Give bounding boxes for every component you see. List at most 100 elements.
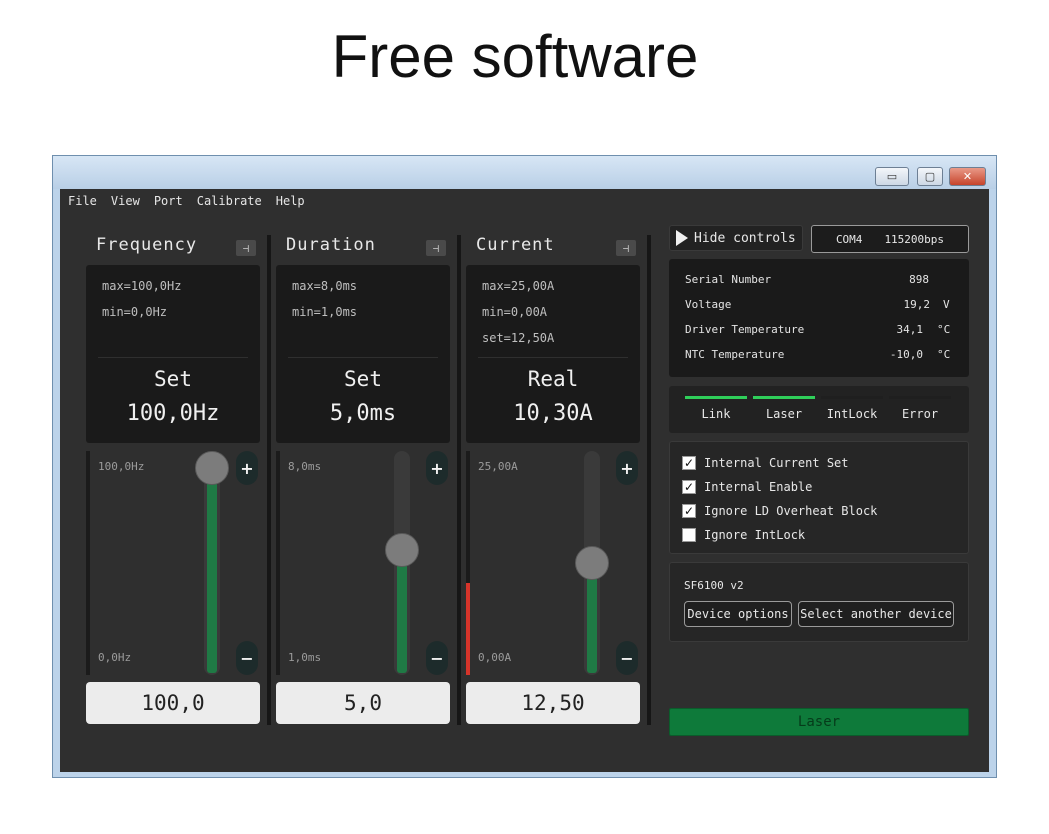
device-panel: SF6100 v2 Device options Select another …	[669, 562, 969, 642]
duration-column: Duration ⊣ max=8,0ms min=1,0ms Set 5,0ms…	[276, 235, 452, 724]
port-baud: 115200bps	[884, 232, 945, 246]
frequency-slider[interactable]	[195, 451, 229, 675]
info-max: max=8,0ms	[292, 279, 358, 293]
status-label: Serial Number	[685, 273, 772, 286]
duration-slider[interactable]	[385, 451, 419, 675]
current-title: Current	[476, 235, 555, 255]
duration-value-input[interactable]	[276, 682, 450, 724]
info-value: 10,30A	[513, 401, 593, 426]
decrease-button[interactable]: −	[426, 641, 448, 675]
decrease-button[interactable]: −	[616, 641, 638, 675]
title-bar: ▭ ▢ ✕	[53, 156, 996, 189]
pin-icon[interactable]: ⊣	[616, 240, 636, 256]
info-min: min=0,00A	[482, 305, 548, 319]
real-current-bar	[466, 583, 470, 675]
slider-thumb[interactable]	[385, 532, 419, 567]
slider-side-bar	[86, 451, 90, 675]
option-label: Ignore IntLock	[704, 528, 806, 542]
status-unit: °C	[937, 323, 951, 336]
indicator-light	[685, 396, 747, 399]
menu-calibrate[interactable]: Calibrate	[197, 192, 262, 210]
menu-port[interactable]: Port	[154, 192, 183, 210]
checkbox[interactable]: ✓	[682, 480, 696, 494]
option-label: Internal Current Set	[704, 456, 849, 470]
current-column: Current ⊣ max=25,00A min=0,00A set=12,50…	[466, 235, 642, 724]
increase-button[interactable]: +	[616, 451, 638, 485]
slider-min-label: 0,0Hz	[98, 651, 132, 664]
frequency-column: Frequency ⊣ max=100,0Hz min=0,0Hz Set 10…	[86, 235, 262, 724]
info-max: max=100,0Hz	[102, 279, 182, 293]
frequency-value-input[interactable]	[86, 682, 260, 724]
column-separator	[457, 235, 461, 725]
laser-button[interactable]: Laser	[669, 708, 969, 736]
slider-fill	[397, 549, 407, 673]
slider-max-label: 25,00A	[478, 460, 518, 473]
info-label: Set	[154, 367, 192, 391]
decrease-button[interactable]: −	[236, 641, 258, 675]
info-max: max=25,00A	[482, 279, 555, 293]
menu-help[interactable]: Help	[276, 192, 305, 210]
slider-min-label: 1,0ms	[288, 651, 322, 664]
status-unit: °C	[937, 348, 951, 361]
divider	[98, 357, 248, 358]
frequency-slider-area: 100,0Hz 0,0Hz + −	[86, 451, 262, 677]
divider	[288, 357, 438, 358]
indicator-laser: Laser	[753, 396, 815, 424]
increase-button[interactable]: +	[236, 451, 258, 485]
checkbox[interactable]	[682, 528, 696, 542]
slider-thumb[interactable]	[575, 546, 609, 580]
frequency-info-panel: max=100,0Hz min=0,0Hz Set 100,0Hz	[86, 265, 260, 443]
status-value: 34,1	[896, 323, 924, 336]
indicator-panel: Link Laser IntLock Error	[669, 386, 969, 433]
option-ignore-intlock[interactable]: Ignore IntLock	[682, 528, 805, 542]
minimize-button[interactable]: ▭	[875, 167, 909, 186]
indicator-label: Laser	[765, 407, 803, 421]
hide-controls-button[interactable]: Hide controls	[669, 225, 803, 251]
indicator-label: Error	[901, 407, 939, 421]
indicator-label: IntLock	[826, 407, 878, 421]
status-label: Driver Temperature	[685, 323, 805, 336]
current-slider-area: 25,00A 0,00A + −	[466, 451, 642, 677]
menu-view[interactable]: View	[111, 192, 140, 210]
status-label: NTC Temperature	[685, 348, 785, 361]
checkbox[interactable]: ✓	[682, 504, 696, 518]
status-value: 19,2	[903, 298, 931, 311]
current-info-panel: max=25,00A min=0,00A set=12,50A Real 10,…	[466, 265, 640, 443]
options-panel: ✓ Internal Current Set ✓ Internal Enable…	[669, 441, 969, 554]
current-value-input[interactable]	[466, 682, 640, 724]
info-value: 100,0Hz	[126, 401, 220, 426]
current-slider[interactable]	[575, 451, 609, 675]
column-separator	[647, 235, 651, 725]
status-value: -10,0	[889, 348, 923, 361]
status-unit: V	[943, 298, 950, 311]
slider-max-label: 8,0ms	[288, 460, 322, 473]
option-ignore-ld-overheat[interactable]: ✓ Ignore LD Overheat Block	[682, 504, 877, 518]
device-name: SF6100 v2	[684, 579, 744, 592]
checkbox[interactable]: ✓	[682, 456, 696, 470]
slide-title: Free software	[331, 23, 699, 90]
info-label: Set	[344, 367, 382, 391]
increase-button[interactable]: +	[426, 451, 448, 485]
hide-controls-label: Hide controls	[694, 230, 796, 246]
menu-bar: File View Port Calibrate Help	[68, 192, 305, 210]
divider	[478, 357, 628, 358]
app-window: ▭ ▢ ✕ File View Port Calibrate Help Freq…	[52, 155, 997, 778]
status-panel: Serial Number 898 Voltage 19,2 V Driver …	[669, 259, 969, 377]
maximize-button[interactable]: ▢	[917, 167, 943, 186]
indicator-light	[821, 396, 883, 399]
pin-icon[interactable]: ⊣	[236, 240, 256, 256]
indicator-intlock: IntLock	[821, 396, 883, 424]
info-min: min=0,0Hz	[102, 305, 168, 319]
slider-thumb[interactable]	[195, 451, 229, 485]
port-selector[interactable]: COM4 115200bps	[811, 225, 969, 253]
info-value: 5,0ms	[329, 401, 397, 426]
duration-title: Duration	[286, 235, 376, 255]
slider-fill	[207, 468, 217, 673]
option-internal-current-set[interactable]: ✓ Internal Current Set	[682, 456, 849, 470]
device-options-button[interactable]: Device options	[684, 601, 792, 627]
option-internal-enable[interactable]: ✓ Internal Enable	[682, 480, 812, 494]
select-device-button[interactable]: Select another device	[798, 601, 954, 627]
pin-icon[interactable]: ⊣	[426, 240, 446, 256]
close-button[interactable]: ✕	[949, 167, 986, 186]
menu-file[interactable]: File	[68, 192, 97, 210]
